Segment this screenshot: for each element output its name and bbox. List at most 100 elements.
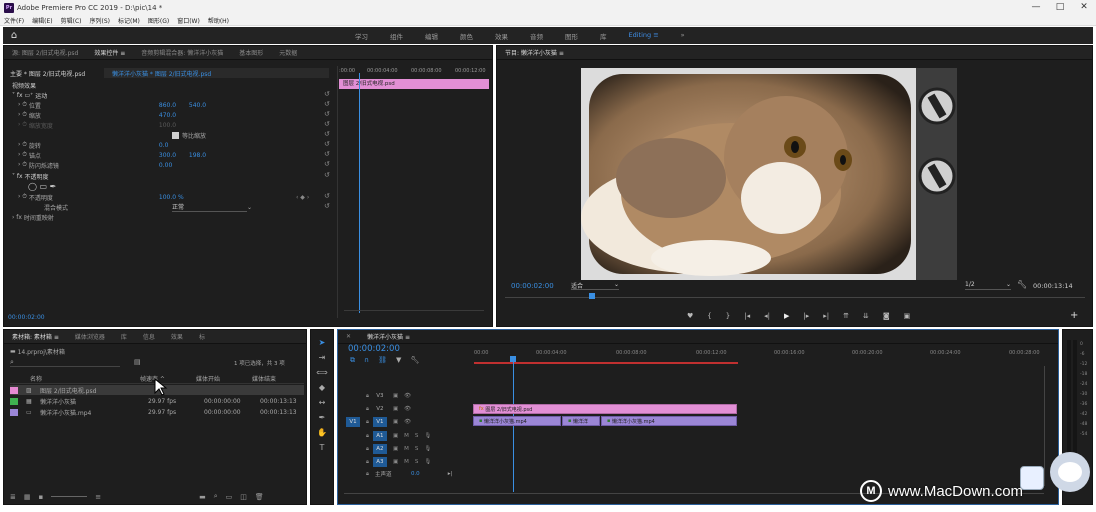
timeline-clip-video[interactable]: ▪ 懒洋洋小灰猫.mp4 — [601, 416, 737, 426]
zoom-slider[interactable] — [51, 496, 88, 497]
tab-media-browser[interactable]: 媒体浏览器 — [75, 332, 105, 341]
workspace-learning[interactable]: 学习 — [355, 31, 368, 41]
program-scrubber[interactable] — [505, 293, 1085, 303]
find-icon[interactable]: ⌕ — [214, 492, 218, 501]
timeline-settings-icon[interactable]: 🔧︎ — [410, 356, 419, 365]
workspace-more[interactable]: » — [681, 31, 685, 41]
menu-help[interactable]: 帮助(H) — [208, 16, 229, 25]
time-remap-row[interactable]: › fx 时间重映射 — [12, 212, 54, 222]
reset-icon[interactable]: ↺ — [324, 192, 486, 200]
workspace-color[interactable]: 颜色 — [460, 31, 473, 41]
reset-icon[interactable]: ↺ — [324, 140, 486, 148]
lock-icon[interactable]: 🔒︎ — [366, 446, 369, 453]
type-tool-icon[interactable]: T — [320, 443, 325, 452]
expand-chevron-icon[interactable]: ˅ fx — [12, 173, 23, 180]
close-button[interactable]: ✕ — [1072, 0, 1096, 15]
add-marker-icon[interactable]: ♥ — [687, 312, 693, 320]
solo-icon[interactable]: S — [415, 433, 419, 439]
sync-lock-icon[interactable]: ▣ — [393, 406, 398, 412]
minimize-button[interactable]: — — [1024, 0, 1048, 15]
tab-metadata[interactable]: 元数据 — [279, 48, 297, 57]
lock-icon[interactable]: 🔒︎ — [366, 459, 369, 466]
reset-icon[interactable]: ↺ — [324, 150, 486, 158]
pen-tool-icon[interactable]: ✒ — [319, 413, 326, 422]
reset-icon[interactable]: ↺ — [324, 110, 486, 118]
reset-icon[interactable]: ↺ — [324, 130, 486, 138]
tab-info[interactable]: 信息 — [143, 332, 155, 341]
menu-file[interactable]: 文件(F) — [4, 16, 24, 25]
program-timecode[interactable]: 00:00:02:00 — [511, 282, 554, 290]
solo-icon[interactable]: S — [415, 459, 419, 465]
step-back-icon[interactable]: ◂| — [764, 312, 770, 320]
resolution-dropdown[interactable]: 1/2 ⌄ — [965, 281, 1011, 290]
tab-sequence[interactable]: 懒洋洋小灰猫 ≡ — [367, 332, 410, 341]
close-icon[interactable]: ✕ — [346, 333, 351, 340]
project-item-row[interactable]: ▭ 懒洋洋小灰猫.mp4 29.97 fps 00:00:00:00 00:00… — [10, 407, 304, 417]
mark-in-icon[interactable]: { — [707, 312, 711, 320]
reset-icon[interactable]: ↺ — [324, 171, 486, 179]
ellipse-mask-icon[interactable]: ◯ — [28, 182, 37, 191]
property-value[interactable]: 0.0 — [159, 142, 169, 149]
step-forward-icon[interactable]: |▸ — [803, 312, 809, 320]
property-value[interactable]: 0.00 — [159, 162, 172, 169]
track-label[interactable]: V1 — [372, 417, 387, 427]
reset-icon[interactable]: ↺ — [324, 100, 486, 108]
track-select-tool-icon[interactable]: ⇥ — [319, 353, 326, 362]
label-color-swatch[interactable] — [10, 397, 18, 405]
go-to-end-icon[interactable]: ▸| — [448, 471, 453, 477]
tab-audio-clip-mixer[interactable]: 音频剪辑混合器: 懒洋洋小灰猫 — [141, 48, 223, 57]
tab-libraries[interactable]: 库 — [121, 332, 127, 341]
menu-edit[interactable]: 编辑(E) — [32, 16, 52, 25]
clip-selector[interactable]: 懒洋洋小灰猫 * 图层 2/旧式电视.psd — [104, 68, 329, 78]
icon-view-icon[interactable]: ▦ — [24, 493, 31, 501]
add-marker-icon[interactable]: ▼ — [396, 356, 401, 365]
selection-tool-icon[interactable]: ➤ — [319, 338, 326, 347]
column-media-end[interactable]: 媒体结束 — [252, 374, 276, 383]
list-view-icon[interactable]: ≣ — [10, 493, 16, 501]
floating-assistant-icon[interactable] — [1020, 466, 1044, 490]
opacity-effect-row[interactable]: ˅ fx 不透明度 — [12, 171, 49, 181]
reset-icon[interactable]: ↺ — [324, 160, 486, 168]
workspace-libraries[interactable]: 库 — [600, 31, 607, 41]
lift-icon[interactable]: ⇈ — [843, 312, 849, 320]
lock-icon[interactable]: 🔒︎ — [366, 433, 369, 440]
track-label[interactable]: V3 — [373, 391, 387, 401]
workspace-effects[interactable]: 效果 — [495, 31, 508, 41]
tab-program[interactable]: 节目: 懒洋洋小灰猫 ≡ — [505, 48, 564, 57]
mic-icon[interactable]: 🎙︎ — [424, 459, 431, 465]
stopwatch-icon[interactable]: › ⏱ — [18, 151, 27, 159]
track-label[interactable]: A2 — [372, 444, 387, 454]
effect-timecode[interactable]: 00:00:02:00 — [8, 314, 45, 321]
freeform-view-icon[interactable]: ▪ — [39, 493, 44, 501]
tab-markers[interactable]: 标 — [199, 332, 205, 341]
tab-effects[interactable]: 效果 — [171, 332, 183, 341]
new-bin-icon[interactable]: ▤ — [134, 358, 141, 366]
column-name[interactable]: 名称 — [10, 374, 140, 383]
property-value-y[interactable]: 540.0 — [189, 102, 206, 109]
sort-icon[interactable]: ≡ — [95, 493, 101, 501]
zoom-fit-dropdown[interactable]: 适合 ⌄ — [571, 281, 619, 290]
lock-icon[interactable]: 🔒︎ — [366, 419, 369, 426]
sync-lock-icon[interactable]: ▣ — [393, 433, 398, 439]
menu-markers[interactable]: 标记(M) — [118, 16, 140, 25]
ripple-edit-tool-icon[interactable]: ⟺ — [316, 368, 327, 377]
home-icon[interactable]: ⌂ — [3, 30, 25, 41]
mute-icon[interactable]: M — [404, 459, 409, 465]
play-icon[interactable]: ▶ — [784, 312, 789, 320]
nest-icon[interactable]: ⧉ — [350, 356, 355, 365]
property-value-x[interactable]: 300.0 — [159, 152, 189, 159]
property-value-y[interactable]: 198.0 — [189, 152, 206, 159]
sync-lock-icon[interactable]: ▣ — [393, 419, 398, 425]
menu-clip[interactable]: 剪辑(C) — [61, 16, 82, 25]
sync-lock-icon[interactable]: ▣ — [393, 459, 398, 465]
project-search-input[interactable]: ⌕ — [10, 358, 120, 367]
property-value[interactable]: 470.0 — [159, 112, 176, 119]
stopwatch-icon[interactable]: › ⏱ — [18, 161, 27, 169]
stopwatch-icon[interactable]: › ⏱ — [18, 193, 27, 201]
master-volume[interactable]: 0.0 — [411, 471, 420, 477]
program-video-frame[interactable] — [581, 68, 957, 280]
snap-icon[interactable]: ∩ — [364, 356, 369, 365]
go-to-in-icon[interactable]: |◂ — [744, 312, 750, 320]
property-value[interactable]: 100.0 % — [159, 194, 184, 201]
label-color-swatch[interactable] — [10, 386, 18, 394]
